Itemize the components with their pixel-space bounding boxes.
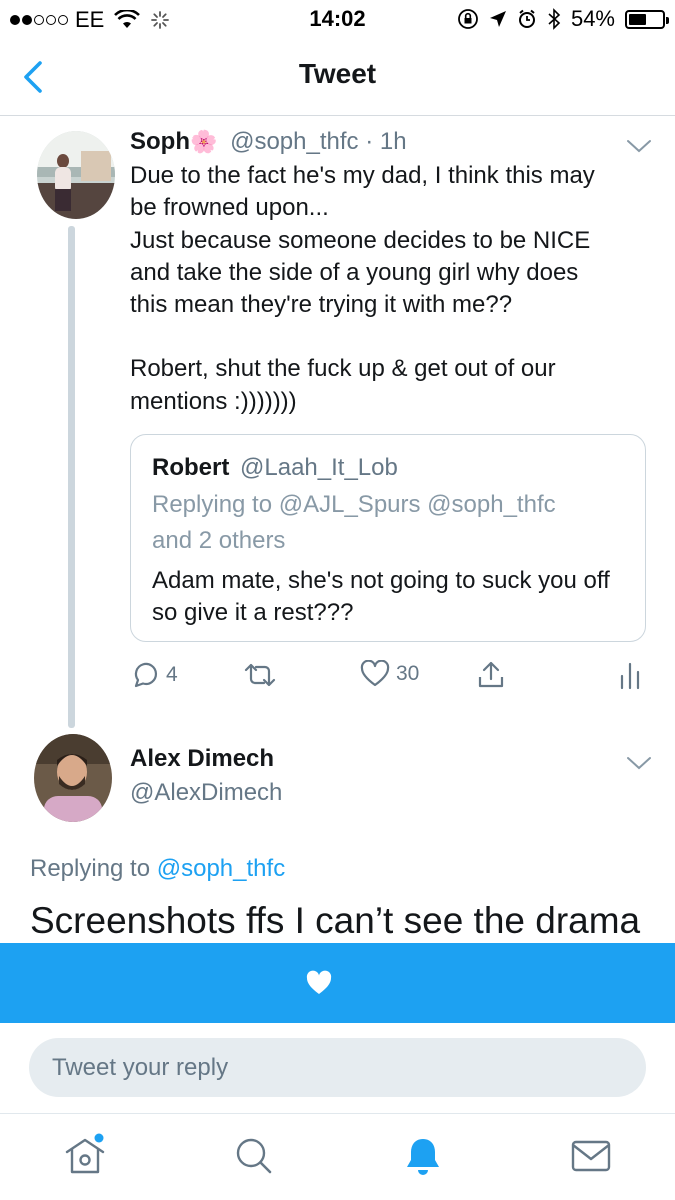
bluetooth-icon: [548, 8, 561, 30]
reply-count: 4: [166, 663, 178, 686]
quoted-replying-to: Replying to @AJL_Spurs @soph_thfc and 2 …: [152, 487, 622, 559]
tab-search[interactable]: [230, 1132, 278, 1180]
battery-percentage: 54%: [570, 6, 615, 31]
replying-to-handle[interactable]: @soph_thfc: [157, 855, 285, 882]
heart-outline-icon: [360, 660, 390, 687]
chevron-down-icon: [627, 757, 651, 770]
status-bar: EE 14:02 54%: [0, 0, 675, 38]
share-icon: [478, 661, 504, 688]
search-icon: [236, 1138, 272, 1174]
thread-line: [68, 226, 75, 728]
replying-to-line: and 2 others: [152, 527, 286, 554]
share-button[interactable]: [476, 660, 506, 690]
avatar-soph[interactable]: [37, 131, 115, 219]
tab-messages[interactable]: [567, 1132, 615, 1180]
reply-tweet-header: Alex Dimech @AlexDimech: [130, 745, 282, 807]
analytics-icon: [620, 662, 640, 690]
reply-icon: [134, 662, 158, 688]
reply-input[interactable]: [29, 1038, 646, 1097]
tweet-actions: 4 30: [130, 660, 650, 700]
like-button[interactable]: 30: [360, 660, 419, 688]
location-icon: [489, 11, 506, 27]
page-title: Tweet: [298, 58, 377, 89]
analytics-button[interactable]: [618, 660, 642, 690]
reply-author-name[interactable]: Alex Dimech: [130, 745, 282, 773]
status-right: 54%: [457, 6, 669, 32]
like-banner: [0, 943, 675, 1023]
like-banner-button[interactable]: [304, 969, 334, 997]
tweet-line: be frowned upon...: [130, 194, 329, 222]
retweet-button[interactable]: [242, 660, 284, 690]
quoted-tweet-card[interactable]: Robert @Laah_It_Lob Replying to @AJL_Spu…: [130, 434, 646, 642]
tweet-line: Just because someone decides to be NICE: [130, 226, 591, 254]
main-tweet-text: Due to the fact he's my dad, I think thi…: [130, 160, 650, 418]
tweet-line: Due to the fact he's my dad, I think thi…: [130, 162, 595, 189]
nav-bar: Tweet: [0, 38, 675, 116]
rotation-lock-icon: [458, 9, 478, 29]
quoted-tweet-header: Robert @Laah_It_Lob: [152, 454, 398, 482]
flower-emoji: 🌸: [190, 129, 218, 154]
tab-notifications[interactable]: [399, 1132, 447, 1180]
envelope-icon: [571, 1140, 611, 1172]
tweet-options-button[interactable]: [626, 138, 652, 154]
like-count: 30: [396, 662, 420, 685]
author-name[interactable]: Soph: [130, 128, 190, 155]
battery-icon: [625, 9, 669, 29]
tweet-line: mentions :))))))): [130, 387, 297, 415]
main-tweet-header: Soph🌸 @soph_thfc · 1h: [130, 128, 407, 156]
alarm-icon: [518, 9, 535, 28]
quoted-author-handle: @Laah_It_Lob: [240, 454, 398, 481]
bell-icon: [407, 1139, 439, 1175]
tweet-line: and take the side of a young girl why do…: [130, 258, 579, 286]
reply-area: [0, 1023, 675, 1113]
replying-to-label: Replying to: [30, 855, 157, 882]
reply-button[interactable]: 4: [130, 660, 178, 690]
tweet-line: this mean they're trying it with me??: [130, 291, 513, 319]
replying-to-line: Replying to @AJL_Spurs @soph_thfc: [152, 491, 556, 518]
reply-author-handle[interactable]: @AlexDimech: [130, 779, 282, 807]
heart-icon: [306, 970, 332, 994]
tweet-line: Robert, shut the fuck up & get out of ou…: [130, 355, 556, 383]
quoted-author-name: Robert: [152, 454, 230, 481]
reply-options-button[interactable]: [626, 755, 652, 771]
tweet-time: · 1h: [365, 128, 407, 155]
tab-home[interactable]: [61, 1132, 109, 1180]
replying-to: Replying to @soph_thfc: [30, 855, 285, 883]
home-icon: [65, 1133, 105, 1174]
chevron-down-icon: [627, 140, 651, 153]
author-handle[interactable]: @soph_thfc: [230, 128, 358, 155]
quoted-tweet-text: Adam mate, she's not going to suck you o…: [152, 567, 610, 626]
avatar-alex[interactable]: [34, 734, 112, 822]
reply-tweet-text: Screenshots ffs I can’t see the drama: [30, 900, 641, 941]
retweet-icon: [244, 663, 276, 687]
tab-bar: [0, 1113, 675, 1200]
